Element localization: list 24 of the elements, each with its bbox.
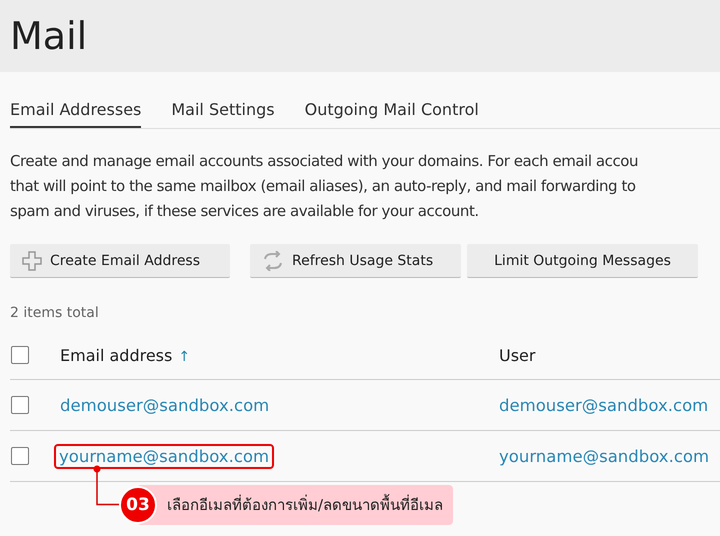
description-text: Create and manage email accounts associated with your domains. For each email accou that will point to the same mailbox (email aliases), an auto-reply, and mail forwarding to spam and viruses, if these services are available for your account. bbox=[10, 151, 640, 222]
callout-text: เลือกอีเมลที่ต้องการเพิ่ม/ลดขนาดพื้นที่อีเมล bbox=[167, 493, 444, 516]
toolbar-button[interactable]: Create Email Address bbox=[10, 244, 230, 278]
row-checkbox[interactable] bbox=[11, 396, 29, 414]
step-number-badge: 03 bbox=[119, 486, 157, 524]
tab[interactable]: Outgoing Mail Control bbox=[304, 100, 479, 128]
row-checkbox[interactable] bbox=[11, 447, 29, 465]
toolbar-button[interactable]: Refresh Usage Stats bbox=[250, 244, 461, 278]
refresh-icon bbox=[262, 250, 284, 270]
leader-line bbox=[93, 464, 120, 506]
column-header[interactable]: User bbox=[499, 346, 536, 364]
sort-arrow[interactable]: ↑ bbox=[178, 348, 190, 364]
user-link[interactable]: demouser@sandbox.com bbox=[499, 396, 708, 414]
column-header[interactable]: Email address bbox=[60, 346, 172, 364]
items-count: 2 items total bbox=[10, 305, 100, 321]
tab[interactable]: Email Addresses bbox=[10, 100, 142, 128]
email-link[interactable]: yourname@sandbox.com bbox=[54, 444, 274, 468]
email-link[interactable]: demouser@sandbox.com bbox=[60, 396, 270, 414]
plus-icon bbox=[22, 250, 42, 270]
user-link[interactable]: yourname@sandbox.com bbox=[499, 446, 710, 466]
page-title: Mail bbox=[10, 14, 88, 58]
toolbar-button[interactable]: Limit Outgoing Messages bbox=[467, 244, 698, 278]
select-all-checkbox[interactable] bbox=[11, 346, 29, 364]
tab[interactable]: Mail Settings bbox=[171, 100, 275, 128]
